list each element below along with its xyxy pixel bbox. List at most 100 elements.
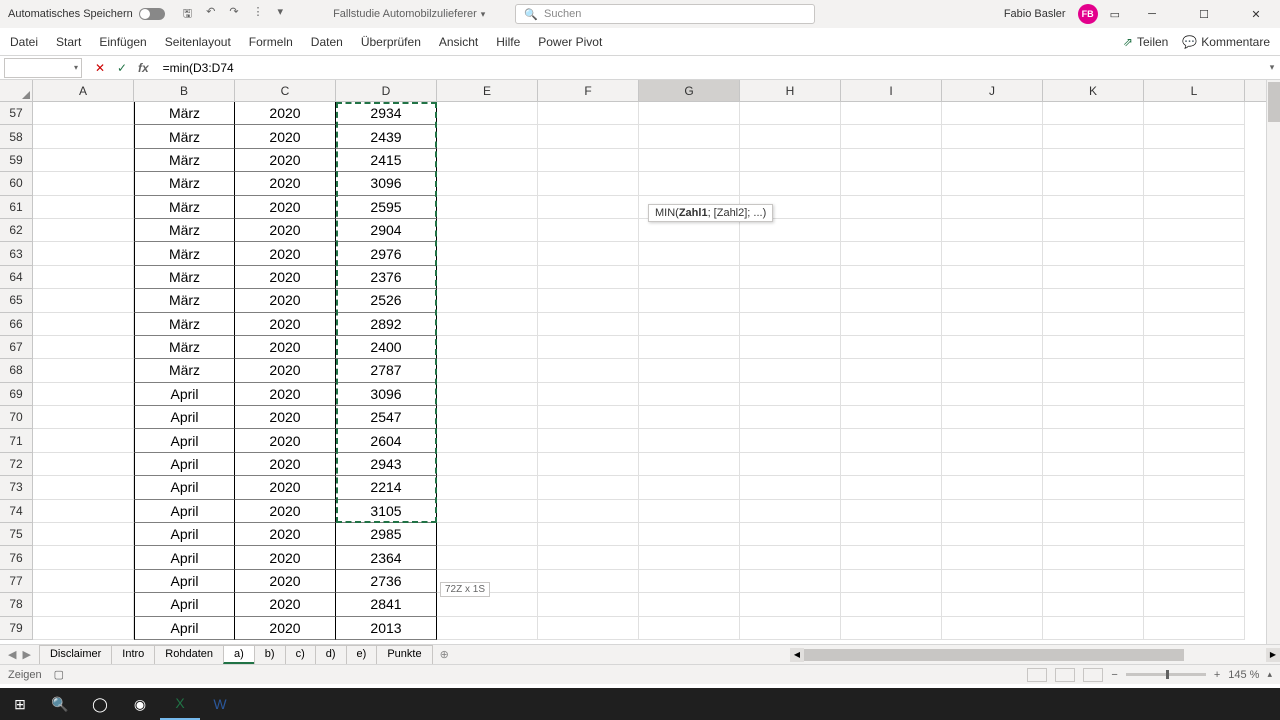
cell-L62[interactable] (1144, 219, 1245, 242)
cell-I58[interactable] (841, 125, 942, 148)
cell-H58[interactable] (740, 125, 841, 148)
cell-L79[interactable] (1144, 617, 1245, 640)
cell-K65[interactable] (1043, 289, 1144, 312)
row-header[interactable]: 65 (0, 289, 33, 312)
cell-H76[interactable] (740, 546, 841, 569)
cell-G70[interactable] (639, 406, 740, 429)
row-header[interactable]: 69 (0, 383, 33, 406)
cell-E60[interactable] (437, 172, 538, 195)
ribbon-tab-hilfe[interactable]: Hilfe (496, 35, 520, 49)
cell-C73[interactable]: 2020 (235, 476, 336, 499)
column-header-I[interactable]: I (841, 80, 942, 101)
sheet-tab-b[interactable]: b) (254, 645, 286, 664)
search-input[interactable]: 🔍 Suchen (515, 4, 815, 24)
cell-E65[interactable] (437, 289, 538, 312)
grid[interactable]: ABCDEFGHIJKL 57März2020293458März2020243… (0, 80, 1280, 644)
cell-F71[interactable] (538, 429, 639, 452)
confirm-icon[interactable]: ✓ (112, 61, 132, 75)
cell-B62[interactable]: März (134, 219, 235, 242)
cell-A62[interactable] (33, 219, 134, 242)
user-name[interactable]: Fabio Basler (1004, 8, 1066, 20)
cell-D71[interactable]: 2604 (336, 429, 437, 452)
cell-A71[interactable] (33, 429, 134, 452)
cell-G66[interactable] (639, 313, 740, 336)
row-header[interactable]: 57 (0, 102, 33, 125)
ribbon-tab-überprüfen[interactable]: Überprüfen (361, 35, 421, 49)
cell-K71[interactable] (1043, 429, 1144, 452)
cell-D68[interactable]: 2787 (336, 359, 437, 382)
cell-J79[interactable] (942, 617, 1043, 640)
cell-C66[interactable]: 2020 (235, 313, 336, 336)
cell-H57[interactable] (740, 102, 841, 125)
cell-J59[interactable] (942, 149, 1043, 172)
cell-D58[interactable]: 2439 (336, 125, 437, 148)
view-break-button[interactable] (1083, 668, 1103, 682)
cell-L66[interactable] (1144, 313, 1245, 336)
cell-D63[interactable]: 2976 (336, 242, 437, 265)
taskbar-obs-icon[interactable]: ◉ (120, 688, 160, 720)
cell-F67[interactable] (538, 336, 639, 359)
cell-F75[interactable] (538, 523, 639, 546)
column-header-D[interactable]: D (336, 80, 437, 101)
cell-F57[interactable] (538, 102, 639, 125)
cell-G77[interactable] (639, 570, 740, 593)
cell-I73[interactable] (841, 476, 942, 499)
ribbon-tab-daten[interactable]: Daten (311, 35, 343, 49)
cell-G67[interactable] (639, 336, 740, 359)
cell-K63[interactable] (1043, 242, 1144, 265)
cell-D57[interactable]: 2934 (336, 102, 437, 125)
ribbon-tab-ansicht[interactable]: Ansicht (439, 35, 478, 49)
cell-I76[interactable] (841, 546, 942, 569)
cell-E73[interactable] (437, 476, 538, 499)
row-header[interactable]: 66 (0, 313, 33, 336)
cell-G59[interactable] (639, 149, 740, 172)
cell-F79[interactable] (538, 617, 639, 640)
cell-K70[interactable] (1043, 406, 1144, 429)
cell-E62[interactable] (437, 219, 538, 242)
cell-I71[interactable] (841, 429, 942, 452)
cell-A60[interactable] (33, 172, 134, 195)
column-header-J[interactable]: J (942, 80, 1043, 101)
cell-D61[interactable]: 2595 (336, 196, 437, 219)
cell-I62[interactable] (841, 219, 942, 242)
cell-H63[interactable] (740, 242, 841, 265)
sheet-tab-e[interactable]: e) (346, 645, 378, 664)
cell-I69[interactable] (841, 383, 942, 406)
cell-F66[interactable] (538, 313, 639, 336)
cancel-icon[interactable]: ✕ (90, 61, 110, 75)
cell-D66[interactable]: 2892 (336, 313, 437, 336)
cell-G75[interactable] (639, 523, 740, 546)
cell-C78[interactable]: 2020 (235, 593, 336, 616)
cell-B75[interactable]: April (134, 523, 235, 546)
zoom-slider[interactable] (1126, 673, 1206, 676)
cell-I77[interactable] (841, 570, 942, 593)
cell-H77[interactable] (740, 570, 841, 593)
ribbon-tab-datei[interactable]: Datei (10, 35, 38, 49)
cell-C62[interactable]: 2020 (235, 219, 336, 242)
cell-F65[interactable] (538, 289, 639, 312)
cell-B74[interactable]: April (134, 500, 235, 523)
cell-F76[interactable] (538, 546, 639, 569)
cell-L57[interactable] (1144, 102, 1245, 125)
cell-F78[interactable] (538, 593, 639, 616)
cell-D64[interactable]: 2376 (336, 266, 437, 289)
cell-G68[interactable] (639, 359, 740, 382)
cell-L78[interactable] (1144, 593, 1245, 616)
cell-H70[interactable] (740, 406, 841, 429)
cell-H75[interactable] (740, 523, 841, 546)
cell-A77[interactable] (33, 570, 134, 593)
cell-G78[interactable] (639, 593, 740, 616)
ribbon-mode-icon[interactable]: ▭ (1110, 8, 1120, 21)
cell-A67[interactable] (33, 336, 134, 359)
formula-input[interactable]: =min(D3:D74 (157, 61, 1264, 75)
sheet-nav-next-icon[interactable]: ▶ (22, 648, 30, 661)
cell-A63[interactable] (33, 242, 134, 265)
cell-B63[interactable]: März (134, 242, 235, 265)
cell-L73[interactable] (1144, 476, 1245, 499)
cell-J76[interactable] (942, 546, 1043, 569)
cell-B60[interactable]: März (134, 172, 235, 195)
comments-button[interactable]: 💬 Kommentare (1182, 35, 1270, 49)
select-all-corner[interactable] (0, 80, 33, 101)
redo-icon[interactable]: ↷ (229, 5, 238, 24)
cell-D73[interactable]: 2214 (336, 476, 437, 499)
